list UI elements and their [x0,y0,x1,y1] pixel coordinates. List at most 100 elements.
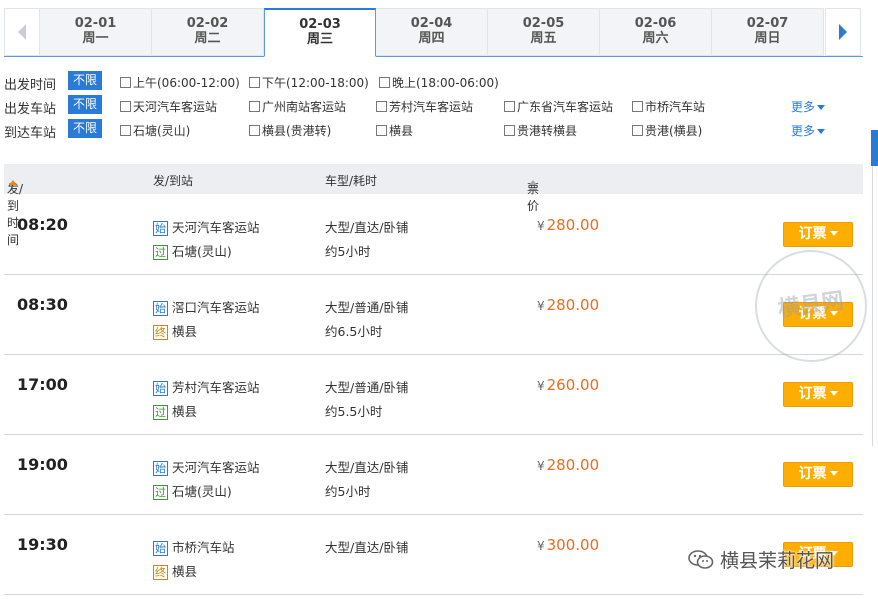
price: ¥300.00 [537,536,599,554]
wechat-watermark: 横县茉莉花网 [688,546,834,573]
filter-option[interactable]: 芳村汽车客运站 [376,98,473,115]
next-dates-button[interactable] [825,8,861,56]
unlimited-button[interactable]: 不限 [68,119,102,138]
vehicle-type: 大型/直达/卧铺 [325,220,409,235]
chevron-left-icon [18,24,26,40]
filter-option-label: 市桥汽车站 [645,100,706,114]
filter-option-label: 晚上(18:00-06:00) [392,76,499,90]
from-station: 始天河汽车客运站 [153,457,260,476]
end-tag: 终 [153,565,168,580]
checkbox[interactable] [120,125,131,136]
to-station-name: 石塘(灵山) [172,484,232,499]
filter-option[interactable]: 横县(贵港转) [249,122,331,139]
date-tab-3[interactable]: 02-03 周三 [264,8,376,57]
filter-option[interactable]: 上午(06:00-12:00) [120,74,240,91]
currency-symbol: ¥ [537,539,545,553]
watermark-text: 横县茉莉花网 [720,550,835,572]
from-station-name: 芳村汽车客运站 [172,380,260,395]
filter-option[interactable]: 下午(12:00-18:00) [249,74,369,91]
from-station: 始滘口汽车客运站 [153,297,260,316]
scroll-indicator[interactable] [871,130,878,166]
checkbox[interactable] [120,77,131,88]
depart-time: 08:30 [17,295,68,314]
filter-option[interactable]: 石塘(灵山) [120,122,190,139]
to-station-name: 横县 [172,404,198,419]
book-button[interactable]: 订票 [783,382,853,407]
date-tab-7[interactable]: 02-07 周日 [712,8,824,56]
column-header-vehicle: 车型/耗时 [325,174,378,188]
checkbox[interactable] [249,125,260,136]
date-tab-date: 02-07 [746,16,789,31]
to-station: 过石塘(灵山) [153,481,232,500]
from-station: 始芳村汽车客运站 [153,377,260,396]
checkbox[interactable] [249,101,260,112]
checkbox[interactable] [632,125,643,136]
book-button[interactable]: 订票 [783,302,853,327]
sort-up-icon [529,180,537,185]
sort-up-icon [9,180,17,185]
table-row: 19:00 始天河汽车客运站 过石塘(灵山) 大型/直达/卧铺 约5小时 ¥28… [4,435,863,515]
checkbox[interactable] [376,101,387,112]
filter-option-label: 横县(贵港转) [262,124,332,138]
to-station: 终横县 [153,321,197,340]
prev-dates-button[interactable] [4,8,40,56]
depart-time: 19:00 [17,455,68,474]
more-label: 更多 [791,100,816,114]
more-arrive-button[interactable]: 更多 [791,122,826,139]
date-tab-date: 02-04 [410,16,453,31]
duration: 约6.5小时 [325,324,383,339]
checkbox[interactable] [379,77,390,88]
filter-option[interactable]: 广东省汽车客运站 [504,98,613,115]
checkbox[interactable] [632,101,643,112]
date-tab-4[interactable]: 02-04 周四 [376,8,488,56]
date-tab-date: 02-02 [186,16,229,31]
date-tab-date: 02-06 [634,16,677,31]
caret-down-icon [829,311,838,316]
date-tab-date: 02-03 [299,17,341,32]
filter-option[interactable]: 贵港转横县 [504,122,577,139]
filter-option[interactable]: 广州南站客运站 [249,98,346,115]
checkbox[interactable] [120,101,131,112]
date-tab-weekday: 周四 [418,31,445,46]
book-button[interactable]: 订票 [783,222,853,247]
column-header-station: 发/到站 [153,174,194,188]
price-value: 280.00 [546,296,600,314]
filter-option[interactable]: 晚上(18:00-06:00) [379,74,499,91]
price-value: 280.00 [546,216,600,234]
date-selector: 02-01 周一 02-02 周二 02-03 周三 02-04 周四 02-05 周五 … [4,8,863,57]
filter-option[interactable]: 横县 [376,122,413,139]
filter-option[interactable]: 贵港(横县) [632,122,702,139]
checkbox[interactable] [376,125,387,136]
filter-label: 出发车站 [4,102,57,117]
filter-option-label: 贵港(横县) [645,124,703,138]
vehicle-type: 大型/普通/卧铺 [325,380,409,395]
date-tab-2[interactable]: 02-02 周二 [152,8,264,56]
filter-option-label: 天河汽车客运站 [133,100,218,114]
start-tag: 始 [153,221,168,236]
filter-option[interactable]: 天河汽车客运站 [120,98,217,115]
filter-option[interactable]: 市桥汽车站 [632,98,705,115]
from-station-name: 天河汽车客运站 [172,220,260,235]
date-tab-1[interactable]: 02-01 周一 [40,8,152,56]
filter-row-time: 出发时间 不限 上午(06:00-12:00) 下午(12:00-18:00) … [4,70,864,94]
date-tab-weekday: 周六 [642,31,669,46]
book-button[interactable]: 订票 [783,462,853,487]
date-tab-5[interactable]: 02-05 周五 [488,8,600,56]
date-tab-6[interactable]: 02-06 周六 [600,8,712,56]
caret-down-icon [829,391,838,396]
checkbox[interactable] [249,77,260,88]
unlimited-button[interactable]: 不限 [68,71,102,90]
more-depart-button[interactable]: 更多 [791,98,826,115]
pass-tag: 过 [153,405,168,420]
filter-row-depart: 出发车站 不限 天河汽车客运站 广州南站客运站 芳村汽车客运站 广东省汽车客运站… [4,94,864,118]
checkbox[interactable] [504,101,515,112]
end-tag: 终 [153,325,168,340]
unlimited-button[interactable]: 不限 [68,95,102,114]
date-tab-weekday: 周一 [82,31,109,46]
date-tab-weekday: 周二 [194,31,221,46]
filter-option-label: 下午(12:00-18:00) [262,76,369,90]
checkbox[interactable] [504,125,515,136]
date-tab-weekday: 周三 [306,32,333,47]
from-station-name: 滘口汽车客运站 [172,300,260,315]
date-tab-weekday: 周五 [530,31,557,46]
